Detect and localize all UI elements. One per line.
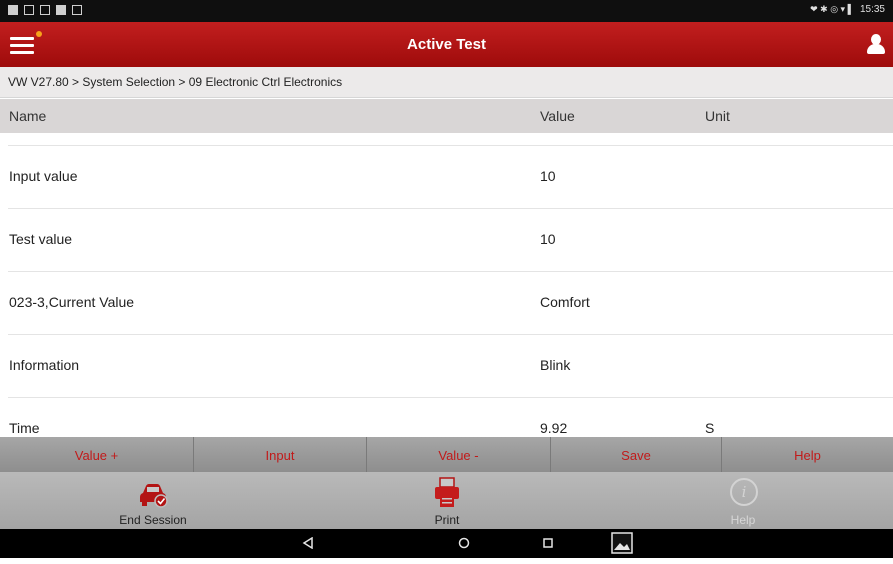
printer-icon [435, 477, 459, 507]
save-button[interactable]: Save [551, 437, 722, 472]
row-name: Information [9, 357, 80, 373]
info-icon: i [730, 478, 758, 506]
data-stream-list[interactable]: Input value 10 Test value 10 023-3,Curre… [0, 133, 893, 437]
car-icon [140, 484, 168, 508]
user-icon[interactable] [865, 32, 887, 56]
row-name: 023-3,Current Value [9, 294, 135, 310]
notification-icon [40, 5, 50, 15]
recent-apps-icon[interactable] [528, 529, 568, 558]
row-value: 10 [540, 231, 556, 247]
row-name: Test value [9, 231, 73, 247]
title-bar: Active Test [0, 22, 893, 67]
row-name: Input value [9, 168, 78, 184]
end-session-label: End Session [119, 513, 187, 527]
table-row: 023-3,Current Value Comfort [0, 272, 893, 334]
function-button-bar: Value + Input Value - Save Help [0, 437, 893, 472]
home-icon[interactable] [444, 529, 484, 558]
table-row: Input value 10 [0, 146, 893, 208]
notification-icon [72, 5, 82, 15]
row-name: Time [9, 420, 40, 436]
table-row: Test value 10 [0, 209, 893, 271]
row-value: 9.92 [540, 420, 568, 436]
column-header-value: Value [540, 108, 575, 124]
help-toolbar-button[interactable]: i Help [668, 472, 818, 529]
page-title: Active Test [407, 36, 486, 53]
clock: 15:35 [859, 4, 885, 15]
print-label: Print [434, 513, 460, 527]
print-button[interactable]: Print [372, 472, 522, 529]
screenshot-icon[interactable] [602, 529, 642, 558]
column-header-name: Name [9, 108, 47, 124]
row-value: Blink [540, 357, 571, 373]
help-label: Help [730, 513, 756, 527]
back-icon[interactable] [288, 529, 328, 558]
input-button[interactable]: Input [194, 437, 367, 472]
row-unit: S [705, 420, 715, 436]
help-button[interactable]: Help [722, 437, 893, 472]
notification-icons [8, 5, 82, 15]
bottom-toolbar: End Session Print i Help [0, 472, 893, 529]
value-minus-button[interactable]: Value - [367, 437, 551, 472]
breadcrumb: VW V27.80 > System Selection > 09 Electr… [0, 67, 893, 98]
value-plus-button[interactable]: Value + [0, 437, 194, 472]
end-session-button[interactable]: End Session [78, 472, 228, 529]
status-icons: ❤ ✱ ◎ ▾ ▌ [810, 4, 854, 14]
row-value: Comfort [540, 294, 590, 310]
status-bar: ❤ ✱ ◎ ▾ ▌ 15:35 [0, 0, 893, 22]
table-row: Time 9.92 S [0, 398, 893, 437]
notification-icon [8, 5, 18, 15]
notification-icon [24, 5, 34, 15]
notification-icon [56, 5, 66, 15]
row-value: 10 [540, 168, 556, 184]
table-header: Name Value Unit [0, 99, 893, 133]
column-header-unit: Unit [705, 108, 730, 124]
table-row: Information Blink [0, 335, 893, 397]
system-navigation-bar [0, 529, 893, 558]
